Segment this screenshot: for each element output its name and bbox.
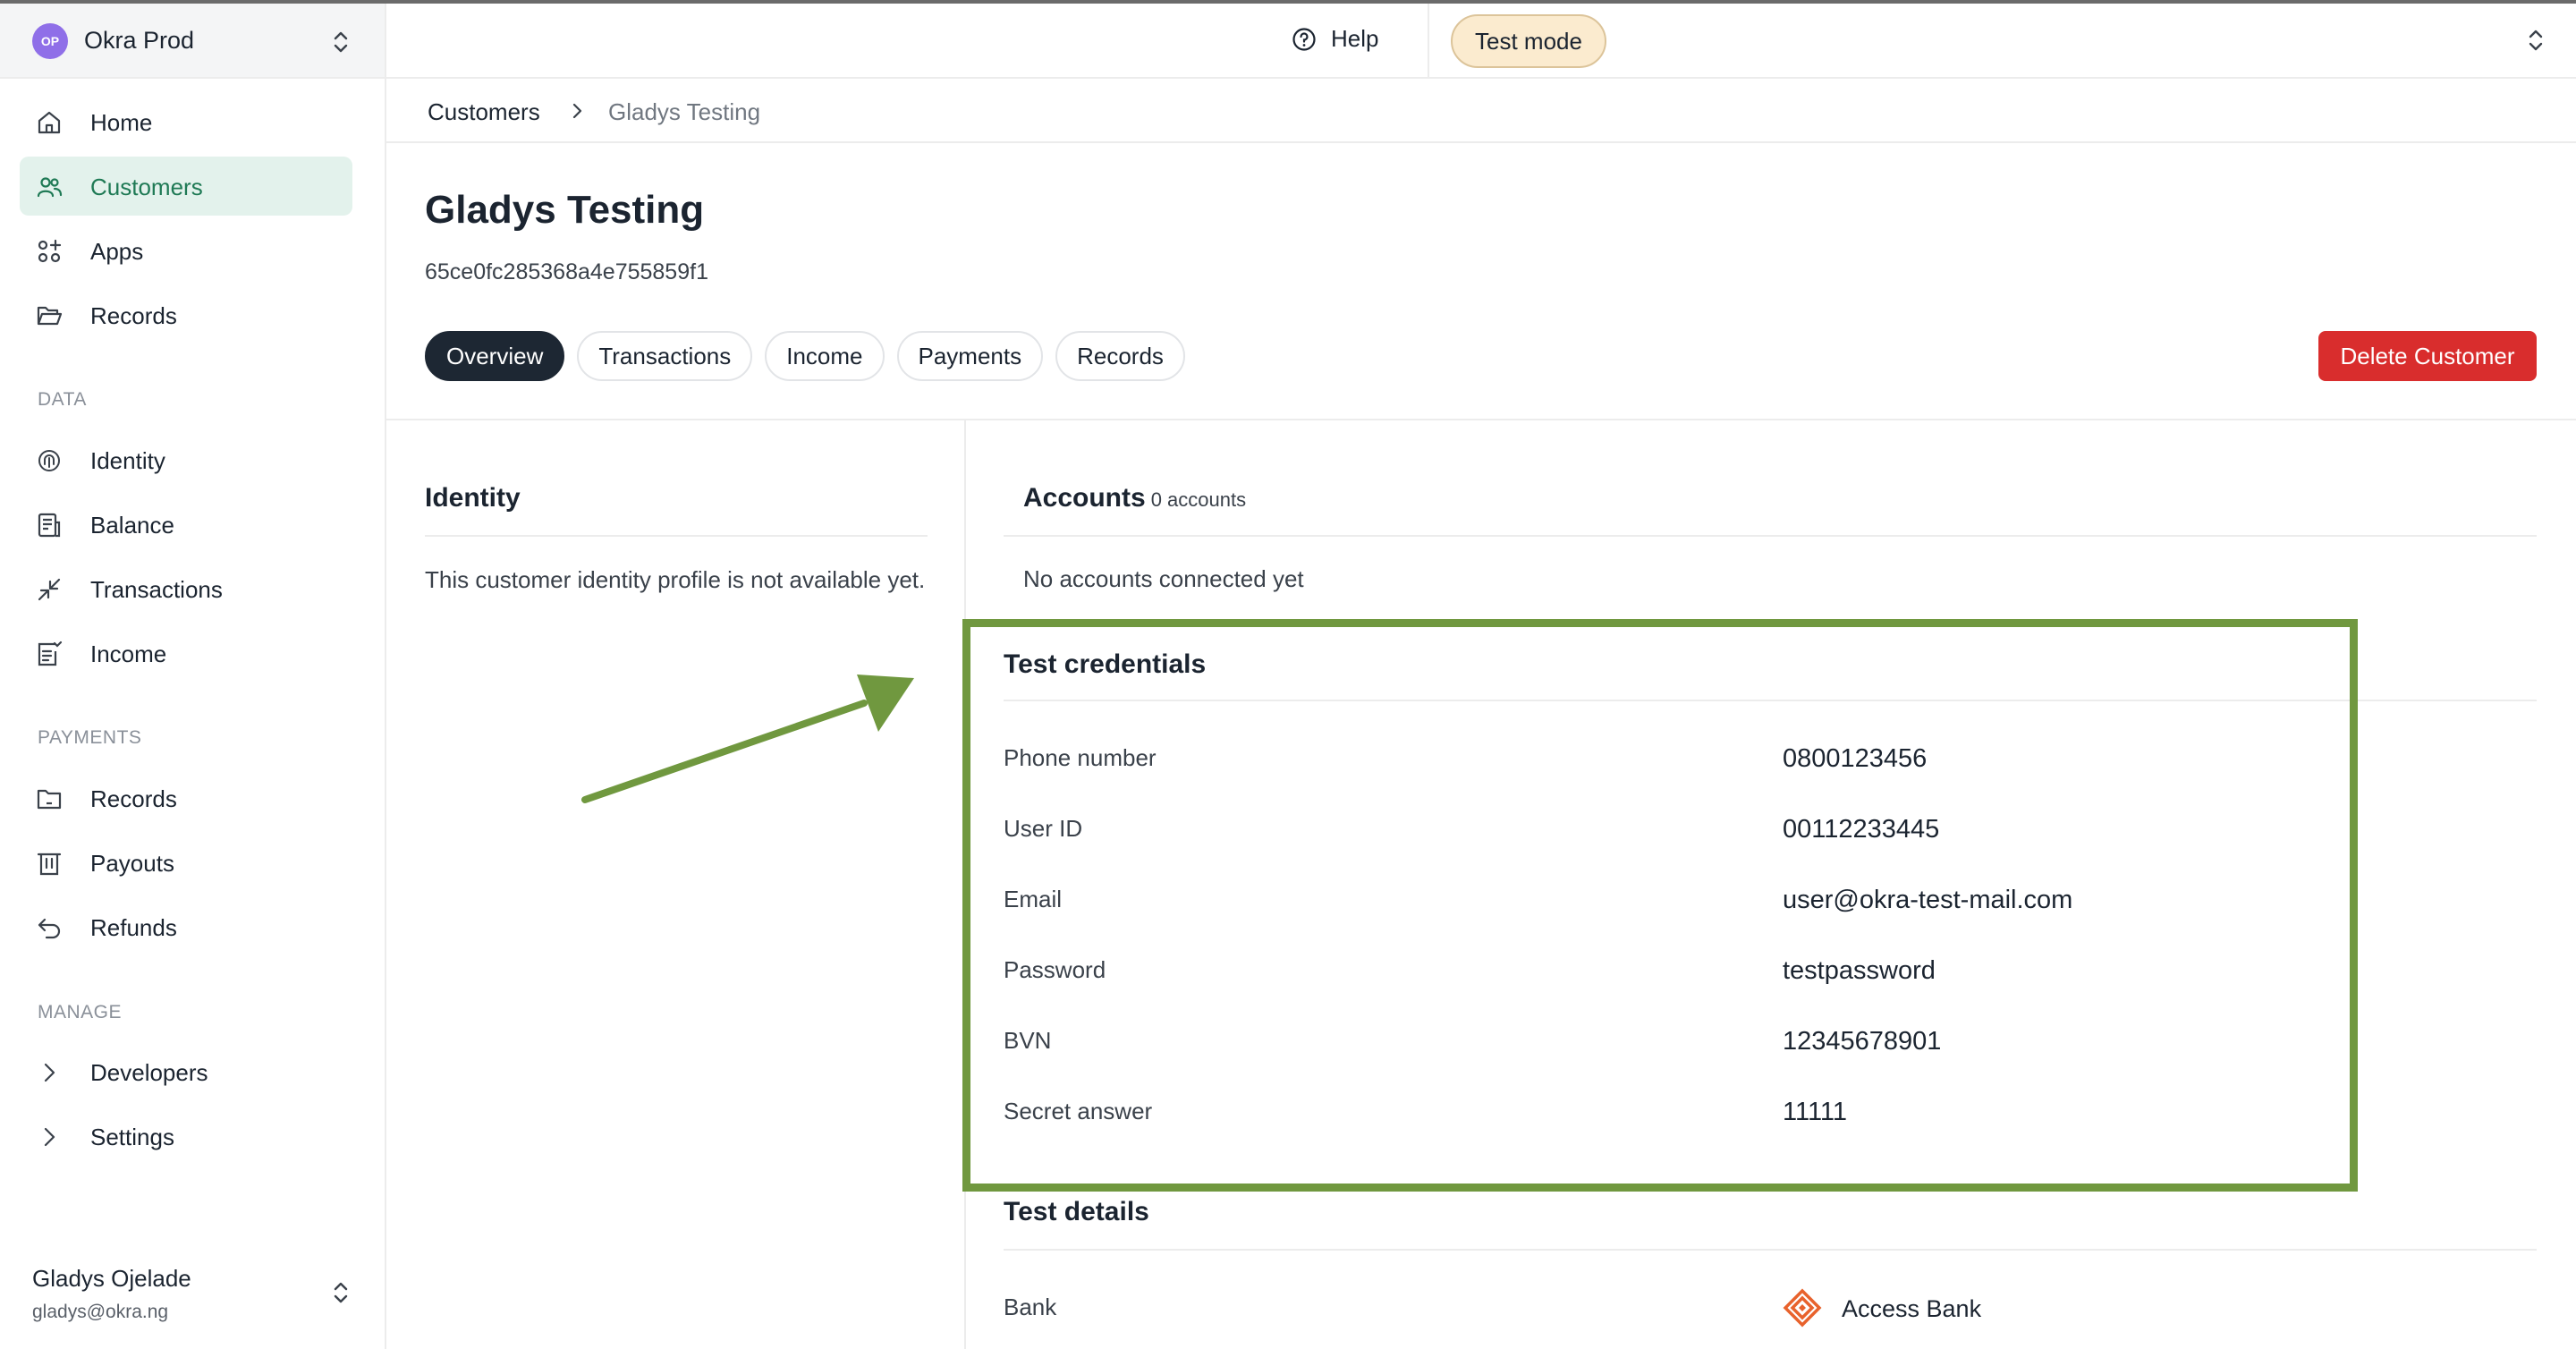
tab-records[interactable]: Records (1055, 331, 1185, 381)
sidebar-item-settings[interactable]: Settings (20, 1107, 352, 1166)
sidebar-item-label: Payouts (90, 850, 174, 877)
annotation-arrow-icon (581, 674, 914, 803)
delete-customer-button[interactable]: Delete Customer (2318, 331, 2537, 381)
tab-payments[interactable]: Payments (896, 331, 1044, 381)
payouts-icon (37, 853, 62, 876)
customer-id: 65ce0fc285368a4e755859f1 (425, 259, 708, 284)
user-profile[interactable]: Gladys Ojelade gladys@okra.ng (32, 1265, 191, 1323)
refund-icon (38, 918, 61, 939)
fingerprint-icon (38, 450, 60, 471)
income-icon (38, 641, 63, 666)
accounts-heading: Accounts 0 accounts (1023, 483, 1246, 513)
sidebar-item-label: Records (90, 302, 177, 329)
sidebar-item-identity[interactable]: Identity (20, 430, 352, 489)
sidebar-item-income[interactable]: Income (20, 624, 352, 683)
user-email: gladys@okra.ng (32, 1302, 169, 1322)
sidebar-item-developers[interactable]: Developers (20, 1042, 352, 1101)
sidebar-item-records[interactable]: Records (20, 285, 352, 344)
divider (1004, 535, 2537, 537)
sidebar-item-label: Transactions (90, 576, 223, 603)
sidebar-item-label: Apps (90, 238, 144, 265)
sidebar-item-balance[interactable]: Balance (20, 495, 352, 554)
sidebar-item-label: Balance (90, 512, 174, 539)
access-bank-logo-icon (1783, 1288, 1822, 1328)
sidebar-item-label: Identity (90, 447, 165, 474)
sidebar-item-label: Refunds (90, 914, 177, 941)
org-name: Okra Prod (84, 27, 195, 54)
content-divider (386, 419, 2576, 420)
divider (1004, 1249, 2537, 1251)
chevron-right-icon (44, 1063, 55, 1082)
customer-tabs: Overview Transactions Income Payments Re… (425, 331, 1198, 381)
sidebar-item-label: Customers (90, 174, 203, 200)
accounts-count: 0 accounts (1150, 488, 1247, 511)
chevron-right-icon (44, 1127, 55, 1147)
sidebar-item-label: Settings (90, 1124, 174, 1150)
org-avatar: OP (32, 23, 68, 59)
section-label-payments: PAYMENTS (38, 727, 142, 748)
sidebar-item-transactions[interactable]: Transactions (20, 559, 352, 618)
sidebar-item-payouts[interactable]: Payouts (20, 833, 352, 892)
question-circle-icon (1292, 27, 1316, 51)
chevron-up-down-icon[interactable] (331, 1279, 351, 1306)
breadcrumb: Customers Gladys Testing (386, 79, 2576, 143)
divider (425, 535, 928, 537)
breadcrumb-current: Gladys Testing (608, 98, 761, 125)
folder-open-icon (37, 306, 63, 326)
sidebar-item-apps[interactable]: Apps (20, 221, 352, 280)
header-divider (1428, 4, 1429, 79)
help-button[interactable]: Help (1292, 25, 1378, 53)
sidebar-item-refunds[interactable]: Refunds (20, 897, 352, 956)
breadcrumb-customers-link[interactable]: Customers (428, 98, 540, 126)
transactions-icon (38, 578, 61, 601)
home-icon (38, 111, 61, 134)
folder-icon (37, 789, 62, 810)
section-label-data: DATA (38, 389, 87, 410)
sidebar-item-payment-records[interactable]: Records (20, 768, 352, 827)
tab-overview[interactable]: Overview (425, 331, 565, 381)
bank-name: Access Bank (1842, 1295, 1982, 1322)
sidebar-item-customers[interactable]: Customers (20, 157, 352, 216)
balance-icon (38, 513, 61, 538)
org-switcher[interactable]: OP Okra Prod (0, 4, 385, 79)
help-label: Help (1331, 25, 1379, 52)
annotation-highlight-box (962, 619, 2358, 1192)
sidebar-item-home[interactable]: Home (20, 92, 352, 151)
test-mode-badge[interactable]: Test mode (1451, 14, 1606, 68)
chevron-up-down-icon[interactable] (331, 29, 351, 55)
sidebar-item-label: Records (90, 785, 177, 812)
sidebar-item-label: Income (90, 641, 167, 667)
identity-heading: Identity (425, 483, 521, 513)
sidebar-item-label: Developers (90, 1059, 208, 1086)
section-label-manage: MANAGE (38, 1002, 123, 1022)
bank-label: Bank (1004, 1294, 1057, 1320)
accounts-title: Accounts (1023, 483, 1146, 513)
tab-transactions[interactable]: Transactions (577, 331, 753, 381)
test-details-heading: Test details (1004, 1197, 1149, 1226)
tab-income[interactable]: Income (765, 331, 885, 381)
user-name: Gladys Ojelade (32, 1265, 191, 1292)
sidebar: OP Okra Prod Home Customers Apps Records… (0, 4, 386, 1349)
identity-empty-text: This customer identity profile is not av… (425, 566, 926, 593)
top-header: Help Test mode (386, 4, 2576, 79)
chevron-up-down-icon[interactable] (2526, 27, 2546, 54)
apps-icon (38, 239, 62, 263)
chevron-right-icon (572, 103, 582, 119)
page-title: Gladys Testing (425, 188, 705, 232)
accounts-empty-text: No accounts connected yet (1023, 565, 1304, 592)
sidebar-item-label: Home (90, 109, 153, 136)
users-icon (37, 177, 63, 198)
